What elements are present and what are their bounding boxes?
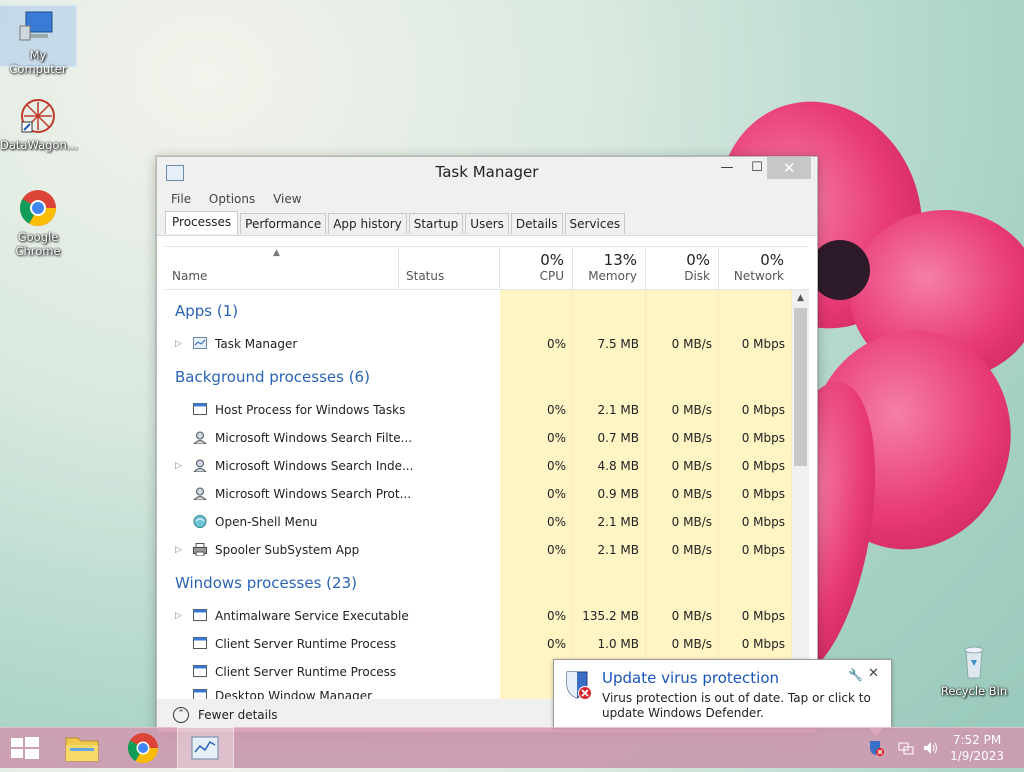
collapse-up-icon[interactable]: ⌃ [173, 707, 189, 723]
datawagon-icon [18, 96, 58, 136]
printer-icon [193, 543, 207, 556]
taskbar-file-explorer[interactable] [55, 728, 110, 768]
chrome-icon [127, 733, 158, 764]
start-button[interactable] [0, 728, 55, 768]
group-header-background: Background processes (6) [175, 368, 370, 386]
desktop-icon-google-chrome[interactable]: Google Chrome [0, 188, 76, 258]
scrollbar-thumb[interactable] [794, 308, 807, 466]
desktop-icon-my-computer[interactable]: My Computer [0, 5, 77, 76]
search-user-icon [193, 487, 207, 500]
table-row[interactable]: Host Process for Windows Tasks 0% 2.1 MB… [165, 396, 791, 424]
expand-arrow-icon[interactable]: ▷ [175, 602, 182, 630]
table-row[interactable]: ▷ Antimalware Service Executable 0% 135.… [165, 602, 791, 630]
window-process-icon [193, 609, 207, 621]
table-row[interactable]: Client Server Runtime Process 0% 1.0 MB … [165, 630, 791, 658]
defender-tray-icon[interactable] [868, 740, 884, 756]
expand-arrow-icon[interactable]: ▷ [175, 330, 182, 358]
tab-performance[interactable]: Performance [240, 213, 327, 234]
title-bar[interactable]: Task Manager — ☐ ✕ [157, 157, 817, 188]
defender-warning-icon [566, 671, 592, 700]
menu-file[interactable]: File [171, 188, 191, 210]
computer-icon [18, 6, 58, 46]
desktop-icon-label: DataWagon... [0, 138, 78, 152]
clock-time: 7:52 PM [952, 733, 1002, 747]
column-header-disk[interactable]: 0% Disk [646, 247, 719, 289]
tab-startup[interactable]: Startup [408, 213, 464, 234]
scroll-up-arrow-icon[interactable]: ▲ [792, 290, 809, 307]
sort-arrow-icon: ▲ [273, 248, 280, 258]
notification-message: Virus protection is out of date. Tap or … [602, 691, 871, 720]
taskbar-chrome[interactable] [115, 728, 170, 768]
desktop-icon-label: Recycle Bin [940, 684, 1008, 698]
tab-app-history[interactable]: App history [328, 213, 407, 234]
menu-options[interactable]: Options [209, 188, 255, 210]
table-row[interactable]: Microsoft Windows Search Filte... 0% 0.7… [165, 424, 791, 452]
column-header-name[interactable]: ▲ Name [165, 247, 399, 289]
column-header-status[interactable]: Status [399, 247, 500, 289]
vertical-scrollbar[interactable]: ▲ [792, 290, 809, 699]
task-manager-window[interactable]: Task Manager — ☐ ✕ File Options View Pro… [156, 156, 818, 733]
taskbar-clock[interactable]: 7:52 PM 1/9/2023 [950, 732, 1004, 764]
fewer-details-link[interactable]: Fewer details [198, 708, 278, 722]
task-manager-icon [191, 736, 219, 760]
table-row[interactable]: ▷ Spooler SubSystem App 0% 2.1 MB 0 MB/s… [165, 536, 791, 564]
search-user-icon [193, 459, 207, 472]
tab-strip: Processes Performance App history Startu… [157, 210, 817, 236]
column-header-network[interactable]: 0% Network [719, 247, 792, 289]
desktop-icon-datawagon[interactable]: DataWagon... [0, 96, 78, 152]
group-header-windows: Windows processes (23) [175, 574, 357, 592]
close-icon[interactable]: ✕ [868, 666, 879, 681]
desktop-icon-label: Google Chrome [15, 230, 61, 258]
tab-services[interactable]: Services [564, 213, 626, 234]
taskbar: 7:52 PM 1/9/2023 [0, 727, 1024, 769]
table-row[interactable]: ▷ Task Manager 0% 7.5 MB 0 MB/s 0 Mbps [165, 330, 791, 358]
group-header-apps: Apps (1) [175, 302, 239, 320]
tab-processes[interactable]: Processes [165, 211, 239, 234]
tab-details[interactable]: Details [510, 213, 563, 234]
column-header-memory[interactable]: 13% Memory [573, 247, 646, 289]
window-process-icon [193, 665, 207, 677]
wrench-icon[interactable]: 🔧 [848, 668, 863, 682]
search-user-icon [193, 431, 207, 444]
menu-view[interactable]: View [273, 188, 301, 210]
clock-date: 1/9/2023 [950, 749, 1004, 763]
close-button[interactable]: ✕ [767, 157, 811, 179]
window-process-icon [193, 637, 207, 649]
table-row[interactable]: Open-Shell Menu 0% 2.1 MB 0 MB/s 0 Mbps [165, 508, 791, 536]
expand-arrow-icon[interactable]: ▷ [175, 452, 182, 480]
chrome-icon [18, 188, 58, 228]
network-icon[interactable] [898, 740, 914, 756]
menu-bar: File Options View [157, 188, 817, 210]
task-manager-icon [193, 337, 207, 349]
window-process-icon [193, 689, 207, 699]
table-row[interactable]: Microsoft Windows Search Prot... 0% 0.9 … [165, 480, 791, 508]
expand-arrow-icon[interactable]: ▷ [175, 536, 182, 564]
taskbar-task-manager[interactable] [177, 727, 234, 769]
windows-logo-icon [11, 737, 39, 759]
folder-icon [65, 737, 99, 762]
column-header-cpu[interactable]: 0% CPU [500, 247, 573, 289]
process-grid: ▲ Name Status 0% CPU 13% Memory 0% Disk … [165, 246, 809, 699]
notification-title: Update virus protection [602, 669, 780, 687]
desktop-icon-label: My Computer [9, 48, 67, 76]
notification-toast[interactable]: Update virus protection Virus protection… [553, 659, 892, 736]
tab-users[interactable]: Users [465, 213, 509, 234]
open-shell-icon [193, 515, 207, 528]
minimize-button[interactable]: — [713, 157, 741, 179]
volume-icon[interactable] [922, 740, 938, 756]
desktop-icon-recycle-bin[interactable]: Recycle Bin [936, 642, 1012, 698]
recycle-bin-icon [954, 642, 994, 682]
window-process-icon [193, 403, 207, 415]
column-header-row: ▲ Name Status 0% CPU 13% Memory 0% Disk … [165, 247, 809, 290]
process-list: Apps (1) ▷ Task Manager 0% 7.5 MB 0 MB/s… [165, 290, 809, 699]
table-row[interactable]: ▷ Microsoft Windows Search Inde... 0% 4.… [165, 452, 791, 480]
